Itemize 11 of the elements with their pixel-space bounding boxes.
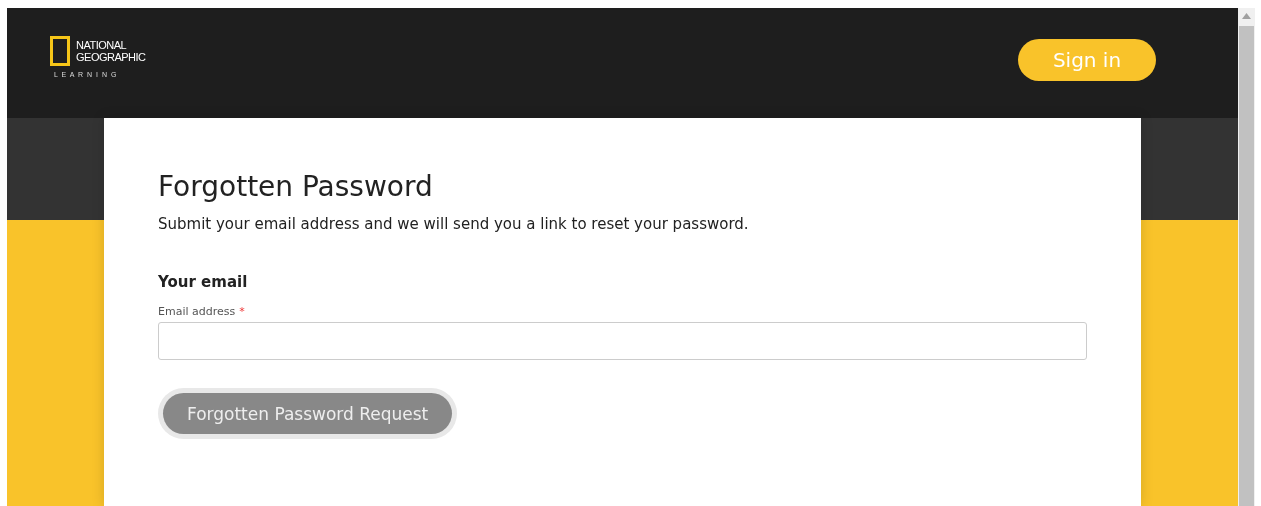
intro-text: Submit your email address and we will send you a link to reset your password. [158, 215, 750, 233]
required-mark: * [239, 305, 245, 318]
email-input-field[interactable] [158, 322, 1087, 360]
field-label: Email address [158, 305, 236, 318]
logo-text: GEOGRAPHIC [76, 51, 146, 63]
page-title: Forgotten Password [158, 170, 434, 203]
rectangle-frame-logo-icon [50, 36, 70, 66]
section-heading: Your email [158, 273, 249, 291]
scroll-up-arrow-icon[interactable] [1242, 13, 1251, 19]
sign-in-button[interactable]: Sign in [1018, 39, 1156, 81]
logo-text: NATIONAL [76, 39, 128, 51]
